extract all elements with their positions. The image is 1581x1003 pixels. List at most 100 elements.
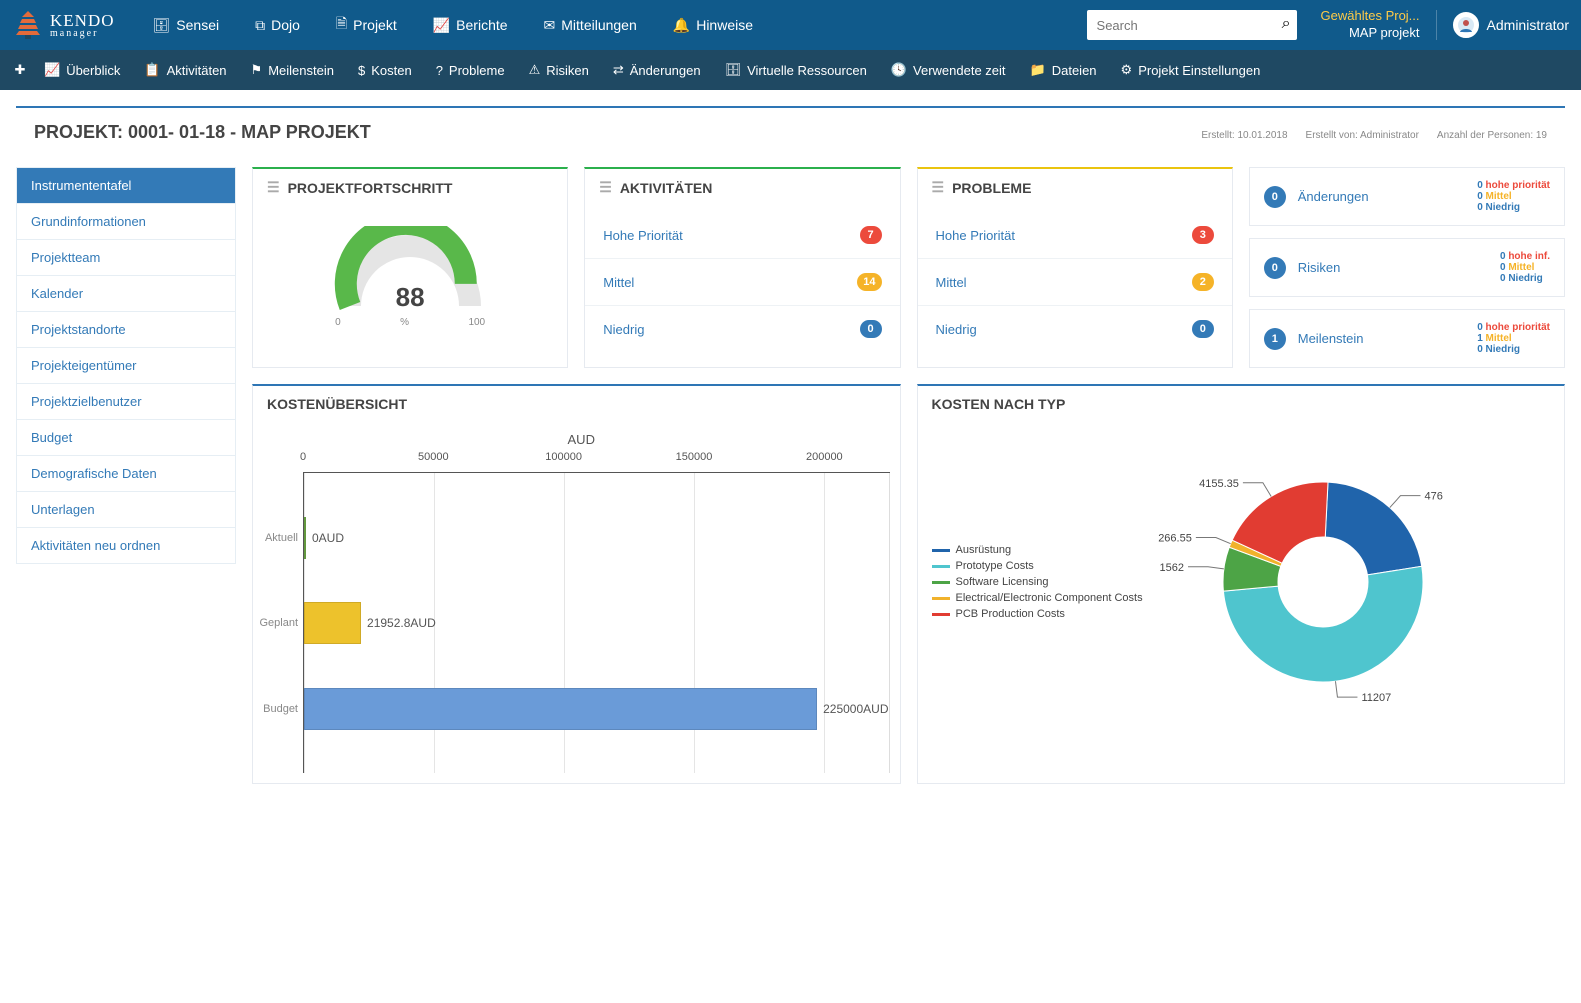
topnav-label: Sensei: [176, 17, 219, 33]
clock-icon: 🕓: [891, 62, 907, 78]
panel-activities: ☰AKTIVITÄTEN Hohe Priorität7Mittel14Nied…: [584, 167, 900, 368]
summary-count-badge: 0: [1264, 257, 1286, 279]
user-menu[interactable]: Administrator: [1453, 12, 1569, 38]
subnav-dateien[interactable]: 📁 Dateien: [1018, 50, 1109, 90]
brand-logo[interactable]: KENDO manager: [12, 9, 115, 41]
project-subnav: ✚ 📈Überblick📋Aktivitäten⚑Meilenstein $ Kos…: [0, 50, 1581, 90]
pagoda-icon: [12, 9, 44, 41]
subnav-änderungen[interactable]: ⇄Änderungen: [601, 50, 713, 90]
priority-label: Niedrig: [603, 322, 644, 337]
sidebar-item-projektstandorte[interactable]: Projektstandorte: [17, 312, 235, 348]
question-icon: ?: [436, 63, 443, 78]
bell-icon: 🔔: [673, 17, 690, 34]
gauge-min: 0: [335, 317, 341, 328]
subnav-verwendete-zeit[interactable]: 🕓Verwendete zeit: [879, 50, 1018, 90]
summary-card-meilenstein[interactable]: 1Meilenstein0 hohe priorität1 Mittel0 Ni…: [1249, 309, 1565, 368]
folder-icon: 📁: [1030, 62, 1046, 78]
summary-card-title: Änderungen: [1298, 189, 1465, 204]
legend-label: Software Licensing: [956, 576, 1049, 588]
subnav-label: Projekt Einstellungen: [1138, 63, 1260, 78]
subnav-label: Meilenstein: [268, 63, 334, 78]
sidebar-item-projektteam[interactable]: Projektteam: [17, 240, 235, 276]
search-input[interactable]: [1087, 10, 1297, 40]
sidebar-item-instrumententafel[interactable]: Instrumententafel: [17, 168, 235, 204]
subnav-risiken[interactable]: ⚠ Risiken: [517, 50, 601, 90]
topnav-sensei[interactable]: 🗄 Sensei: [135, 0, 238, 50]
user-name: Administrator: [1487, 17, 1569, 33]
bar: [304, 688, 817, 730]
dollar-icon: $: [358, 63, 365, 78]
legend-label: Ausrüstung: [956, 544, 1012, 556]
sidebar-item-projektzielbenutzer[interactable]: Projektzielbenutzer: [17, 384, 235, 420]
chart-line-icon: 📈: [433, 17, 450, 34]
right-summary-column: 0Änderungen0 hohe priorität0 Mittel0 Nie…: [1249, 167, 1565, 368]
topnav-hinweise[interactable]: 🔔Hinweise: [655, 0, 771, 50]
legend-item: Software Licensing: [932, 574, 1143, 590]
bar-row: Aktuell0AUD: [304, 517, 889, 559]
priority-label: Mittel: [936, 275, 967, 290]
subnav-projekt-einstellungen[interactable]: ⚙Projekt Einstellungen: [1109, 50, 1273, 90]
summary-card-title: Meilenstein: [1298, 331, 1465, 346]
legend-item: Electrical/Electronic Component Costs: [932, 590, 1143, 606]
subnav-label: Risiken: [546, 63, 589, 78]
subnav-probleme[interactable]: ?Probleme: [424, 50, 517, 90]
donut-value-label: 1562: [1159, 562, 1183, 574]
subnav-überblick[interactable]: 📈Überblick: [32, 50, 132, 90]
panel-cost-overview: KOSTENÜBERSICHT AUD 05000010000015000020…: [252, 384, 901, 784]
briefcase-icon: 🗄: [153, 17, 171, 34]
bar-value-label: 225000AUD: [823, 702, 888, 716]
sidebar-item-kalender[interactable]: Kalender: [17, 276, 235, 312]
topnav-mitteilungen[interactable]: ✉Mitteilungen: [526, 0, 655, 50]
copy-icon: ⧉: [255, 17, 265, 34]
topnav-dojo[interactable]: ⧉Dojo: [237, 0, 318, 50]
sidebar-item-projekteigentümer[interactable]: Projekteigentümer: [17, 348, 235, 384]
priority-row[interactable]: Mittel14: [585, 258, 899, 305]
donut-value-label: 4155.35: [1199, 478, 1239, 490]
sidebar-item-grundinformationen[interactable]: Grundinformationen: [17, 204, 235, 240]
bar-value-label: 0AUD: [312, 531, 344, 545]
topnav-projekt[interactable]: 🗎Projekt: [318, 0, 415, 50]
sidebar-item-aktivitäten-neu-ordnen[interactable]: Aktivitäten neu ordnen: [17, 528, 235, 563]
sidebar-item-budget[interactable]: Budget: [17, 420, 235, 456]
subnav-kosten[interactable]: $ Kosten: [346, 50, 424, 90]
panel-activities-title: AKTIVITÄTEN: [620, 180, 713, 196]
search-button[interactable]: ⌕: [1282, 15, 1291, 33]
legend-label: Prototype Costs: [956, 560, 1034, 572]
summary-count-badge: 1: [1264, 328, 1286, 350]
priority-row[interactable]: Mittel2: [918, 258, 1232, 305]
bar-category-label: Aktuell: [254, 532, 298, 544]
priority-row[interactable]: Niedrig0: [918, 305, 1232, 352]
priority-row[interactable]: Hohe Priorität3: [918, 212, 1232, 258]
brand-line1: KENDO: [50, 12, 115, 29]
subnav-aktivitäten[interactable]: 📋Aktivitäten: [132, 50, 238, 90]
summary-card-änderungen[interactable]: 0Änderungen0 hohe priorität0 Mittel0 Nie…: [1249, 167, 1565, 226]
x-tick: 0: [300, 451, 306, 463]
donut-value-label: 11207: [1361, 692, 1391, 704]
sidebar-item-unterlagen[interactable]: Unterlagen: [17, 492, 235, 528]
subnav-virtuelle-ressourcen[interactable]: 🗄Virtuelle Ressourcen: [713, 50, 879, 90]
legend-label: Electrical/Electronic Component Costs: [956, 592, 1143, 604]
priority-row[interactable]: Niedrig0: [585, 305, 899, 352]
priority-label: Mittel: [603, 275, 634, 290]
subnav-meilenstein[interactable]: ⚑Meilenstein: [239, 50, 346, 90]
exchange-icon: ⇄: [613, 62, 624, 78]
selected-project[interactable]: Gewähltes Proj... MAP projekt: [1321, 8, 1420, 42]
subnav-add-button[interactable]: ✚: [8, 50, 32, 90]
donut-legend: Ausrüstung Prototype Costs Software Licens…: [932, 542, 1143, 622]
clipboard-icon: 📋: [144, 62, 160, 78]
briefcase-icon: 🗄: [725, 62, 742, 78]
warning-icon: ⚠: [529, 62, 541, 78]
legend-swatch: [932, 597, 950, 600]
sidebar-item-demografische-daten[interactable]: Demografische Daten: [17, 456, 235, 492]
topnav-berichte[interactable]: 📈Berichte: [415, 0, 526, 50]
file-icon: 🗎: [336, 13, 347, 37]
panel-cost-by-type-title: KOSTEN NACH TYP: [932, 396, 1066, 412]
subnav-label: Kosten: [371, 63, 411, 78]
summary-count-badge: 0: [1264, 186, 1286, 208]
subnav-label: Dateien: [1052, 63, 1097, 78]
legend-swatch: [932, 581, 950, 584]
x-tick: 150000: [676, 451, 713, 463]
priority-row[interactable]: Hohe Priorität7: [585, 212, 899, 258]
summary-card-risiken[interactable]: 0Risiken0 hohe inf.0 Mittel0 Niedrig: [1249, 238, 1565, 297]
donut-value-label: 266.55: [1158, 533, 1192, 545]
